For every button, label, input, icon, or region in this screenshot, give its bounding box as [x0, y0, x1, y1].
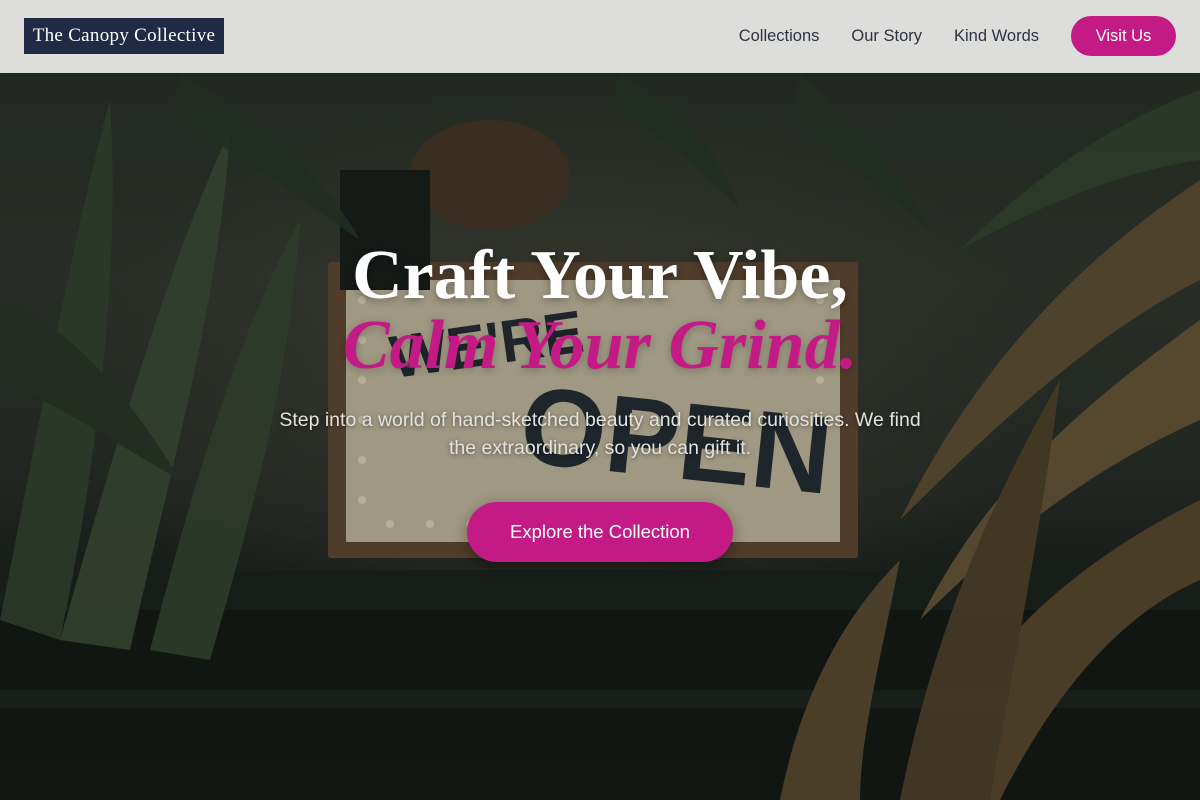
hero-content: Craft Your Vibe, Calm Your Grind. Step i…	[0, 0, 1200, 800]
visit-us-button[interactable]: Visit Us	[1071, 16, 1176, 56]
top-navbar: The Canopy Collective Collections Our St…	[0, 0, 1200, 73]
nav-link-collections[interactable]: Collections	[739, 27, 820, 46]
nav-link-our-story[interactable]: Our Story	[851, 27, 922, 46]
hero-headline-line2: Calm Your Grind.	[342, 307, 858, 384]
hero-headline-line1: Craft Your Vibe,	[352, 237, 848, 314]
main-nav: Collections Our Story Kind Words Visit U…	[739, 16, 1176, 56]
hero-subtitle: Step into a world of hand-sketched beaut…	[279, 409, 921, 459]
explore-collection-button[interactable]: Explore the Collection	[467, 502, 733, 562]
nav-link-kind-words[interactable]: Kind Words	[954, 27, 1039, 46]
brand-logo[interactable]: The Canopy Collective	[24, 18, 224, 54]
